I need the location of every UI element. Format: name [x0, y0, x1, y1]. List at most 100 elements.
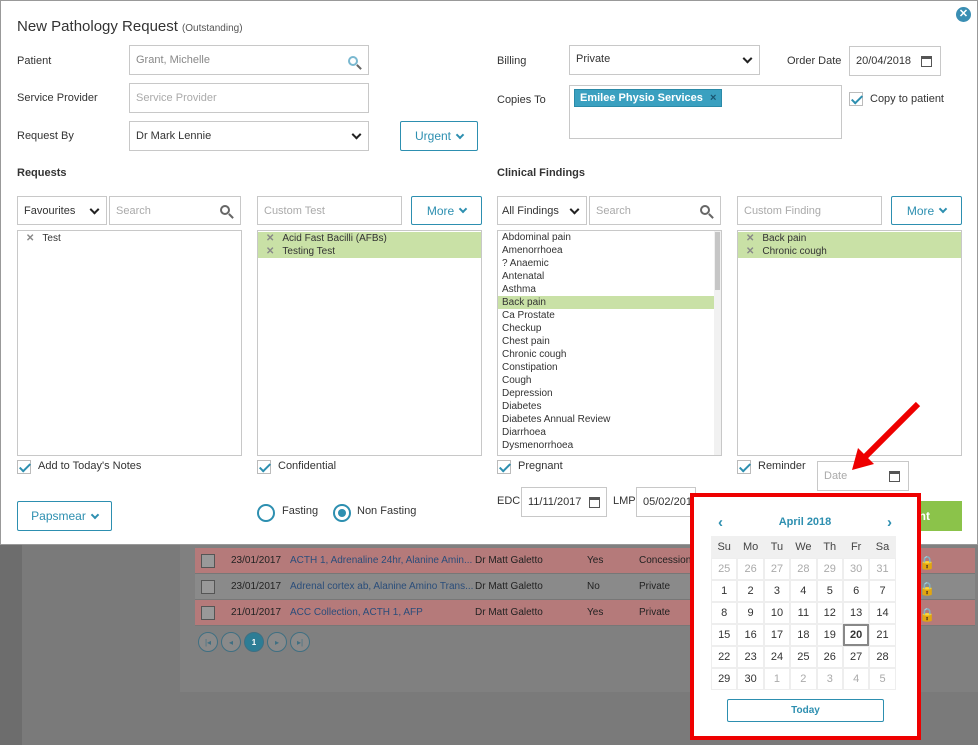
calendar-day[interactable]: 2 — [790, 668, 817, 690]
list-item[interactable]: ✕ Acid Fast Bacilli (AFBs) — [258, 232, 481, 245]
copies-to-tag[interactable]: Emilee Physio Services × — [574, 89, 723, 107]
calendar-day[interactable]: 13 — [842, 602, 870, 624]
list-item[interactable]: ✕ Testing Test — [258, 245, 481, 258]
next-month-icon[interactable]: › — [887, 514, 892, 531]
calendar-day[interactable]: 19 — [816, 624, 843, 646]
add-notes-checkbox[interactable] — [17, 460, 31, 474]
calendar-day[interactable]: 26 — [737, 558, 764, 580]
list-item[interactable]: Constipation — [498, 361, 716, 374]
calendar-day[interactable]: 30 — [842, 558, 870, 580]
calendar-day[interactable]: 15 — [711, 624, 738, 646]
calendar-day[interactable]: 5 — [869, 668, 896, 690]
calendar-day[interactable]: 2 — [737, 580, 764, 602]
calendar-day[interactable]: 27 — [763, 558, 791, 580]
reminder-checkbox[interactable] — [737, 460, 751, 474]
page-button[interactable]: 1 — [244, 632, 264, 652]
urgent-button[interactable]: Urgent — [400, 121, 478, 151]
findings-search-input[interactable]: Search — [589, 196, 721, 225]
remove-icon[interactable]: ✕ — [746, 233, 754, 244]
list-item[interactable]: ? Anaemic — [498, 257, 716, 270]
first-page-button[interactable]: |◂ — [198, 632, 218, 652]
row-test[interactable]: ACC Collection, ACTH 1, AFP — [290, 607, 475, 618]
remove-icon[interactable]: ✕ — [266, 246, 274, 257]
list-item[interactable]: Cough — [498, 374, 716, 387]
close-icon[interactable]: ✕ — [956, 7, 971, 22]
search-icon[interactable] — [348, 56, 358, 66]
calendar-day[interactable]: 27 — [842, 646, 870, 668]
calendar-day[interactable]: 4 — [842, 668, 870, 690]
search-icon[interactable] — [700, 205, 710, 215]
prev-page-button[interactable]: ◂ — [221, 632, 241, 652]
list-item[interactable]: Antenatal — [498, 270, 716, 283]
calendar-day[interactable]: 3 — [816, 668, 843, 690]
service-provider-input[interactable]: Service Provider — [129, 83, 369, 113]
calendar-day[interactable]: 21 — [869, 624, 896, 646]
list-item[interactable]: Ca Prostate — [498, 309, 716, 322]
list-item[interactable]: Diabetes — [498, 400, 716, 413]
calendar-day[interactable]: 1 — [763, 668, 791, 690]
papsmear-button[interactable]: Papsmear — [17, 501, 112, 531]
list-item[interactable]: Diarrhoea — [498, 426, 716, 439]
last-page-button[interactable]: ▸| — [290, 632, 310, 652]
order-date-input[interactable]: 20/04/2018 — [849, 46, 941, 76]
remove-icon[interactable]: ✕ — [266, 233, 274, 244]
calendar-day[interactable]: 7 — [869, 580, 896, 602]
calendar-day[interactable]: 11 — [790, 602, 817, 624]
list-item[interactable]: Asthma — [498, 283, 716, 296]
calendar-day[interactable]: 25 — [790, 646, 817, 668]
calendar-day[interactable]: 29 — [711, 668, 738, 690]
next-page-button[interactable]: ▸ — [267, 632, 287, 652]
confidential-checkbox[interactable] — [257, 460, 271, 474]
calendar-day[interactable]: 1 — [711, 580, 738, 602]
calendar-day[interactable]: 31 — [869, 558, 896, 580]
calendar-day[interactable]: 5 — [816, 580, 843, 602]
list-item[interactable]: Chronic cough — [498, 348, 716, 361]
scrollbar-thumb[interactable] — [715, 232, 720, 290]
row-checkbox[interactable] — [201, 579, 215, 594]
calendar-day[interactable]: 24 — [763, 646, 791, 668]
requests-search-input[interactable]: Search — [109, 196, 241, 225]
list-item[interactable]: Abdominal pain — [498, 231, 716, 244]
calendar-day[interactable]: 20 — [842, 624, 870, 646]
calendar-day[interactable]: 29 — [816, 558, 843, 580]
calendar-day[interactable]: 22 — [711, 646, 738, 668]
calendar-day[interactable]: 30 — [737, 668, 764, 690]
calendar-icon[interactable] — [921, 56, 932, 67]
list-item[interactable]: ✕ Chronic cough — [738, 245, 961, 258]
calendar-day[interactable]: 14 — [869, 602, 896, 624]
favourites-select[interactable]: Favourites — [17, 196, 107, 225]
patient-field[interactable]: Grant, Michelle — [129, 45, 369, 75]
list-item[interactable]: Back pain — [498, 296, 716, 309]
custom-finding-input[interactable]: Custom Finding — [737, 196, 882, 225]
calendar-day[interactable]: 3 — [763, 580, 791, 602]
remove-icon[interactable]: ✕ — [26, 233, 34, 244]
more-tests-button[interactable]: More — [411, 196, 482, 225]
prev-month-icon[interactable]: ‹ — [718, 514, 723, 531]
lmp-input[interactable]: 05/02/2017 — [636, 487, 698, 517]
more-findings-button[interactable]: More — [891, 196, 962, 225]
month-title[interactable]: April 2018 — [779, 516, 832, 528]
calendar-day[interactable]: 12 — [816, 602, 843, 624]
row-test[interactable]: Adrenal cortex ab, Alanine Amino Trans..… — [290, 581, 475, 592]
copy-to-patient-checkbox[interactable] — [849, 92, 863, 106]
list-item[interactable]: ✕ Back pain — [738, 232, 961, 245]
calendar-day[interactable]: 8 — [711, 602, 738, 624]
calendar-day[interactable]: 28 — [790, 558, 817, 580]
list-item[interactable]: Diabetes Annual Review — [498, 413, 716, 426]
list-item[interactable]: Dysmenorrhoea — [498, 439, 716, 452]
pregnant-checkbox[interactable] — [497, 460, 511, 474]
list-item[interactable]: Checkup — [498, 322, 716, 335]
calendar-day[interactable]: 26 — [816, 646, 843, 668]
calendar-day[interactable]: 25 — [711, 558, 738, 580]
today-button[interactable]: Today — [727, 699, 884, 722]
calendar-day[interactable]: 23 — [737, 646, 764, 668]
calendar-day[interactable]: 4 — [790, 580, 817, 602]
non-fasting-radio[interactable] — [333, 504, 351, 522]
row-checkbox[interactable] — [201, 605, 215, 620]
reminder-date-input[interactable]: Date — [817, 461, 909, 491]
row-test[interactable]: ACTH 1, Adrenaline 24hr, Alanine Amin... — [290, 555, 475, 566]
calendar-day[interactable]: 28 — [869, 646, 896, 668]
calendar-day[interactable]: 9 — [737, 602, 764, 624]
edc-input[interactable]: 11/11/2017 — [521, 487, 607, 517]
fasting-radio[interactable] — [257, 504, 275, 522]
